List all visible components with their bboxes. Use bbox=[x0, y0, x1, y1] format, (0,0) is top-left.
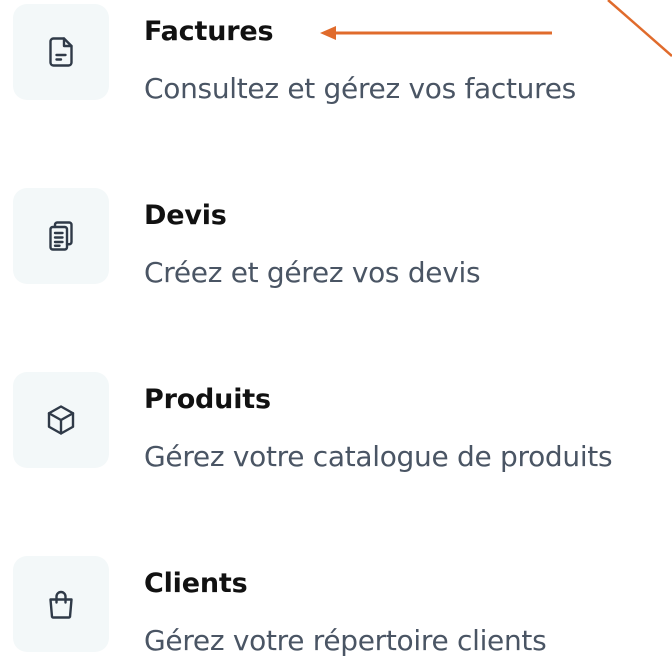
shopping-bag-icon bbox=[49, 590, 73, 619]
clients-icon-tile bbox=[13, 556, 109, 652]
quote-icon-tile bbox=[13, 188, 109, 284]
menu-list: Factures Consultez et gérez vos factures… bbox=[0, 0, 672, 659]
product-icon-tile bbox=[13, 372, 109, 468]
menu-item-description: Créez et gérez vos devis bbox=[144, 256, 481, 289]
menu-item-factures[interactable]: Factures Consultez et gérez vos factures bbox=[0, 4, 672, 114]
menu-item-clients[interactable]: Clients Gérez votre répertoire clients bbox=[0, 556, 672, 659]
invoice-icon-tile bbox=[13, 4, 109, 100]
clipboard-quote-icon bbox=[49, 221, 73, 251]
menu-item-title: Produits bbox=[144, 384, 271, 415]
invoice-file-icon bbox=[49, 37, 73, 67]
menu-item-title: Clients bbox=[144, 568, 248, 599]
menu-item-description: Gérez votre catalogue de produits bbox=[144, 440, 613, 473]
menu-item-devis[interactable]: Devis Créez et gérez vos devis bbox=[0, 188, 672, 298]
menu-item-title: Devis bbox=[144, 200, 227, 231]
menu-item-description: Gérez votre répertoire clients bbox=[144, 624, 547, 657]
menu-item-description: Consultez et gérez vos factures bbox=[144, 72, 576, 105]
product-box-icon bbox=[47, 405, 75, 435]
menu-item-produits[interactable]: Produits Gérez votre catalogue de produi… bbox=[0, 372, 672, 482]
menu-item-title: Factures bbox=[144, 16, 274, 47]
